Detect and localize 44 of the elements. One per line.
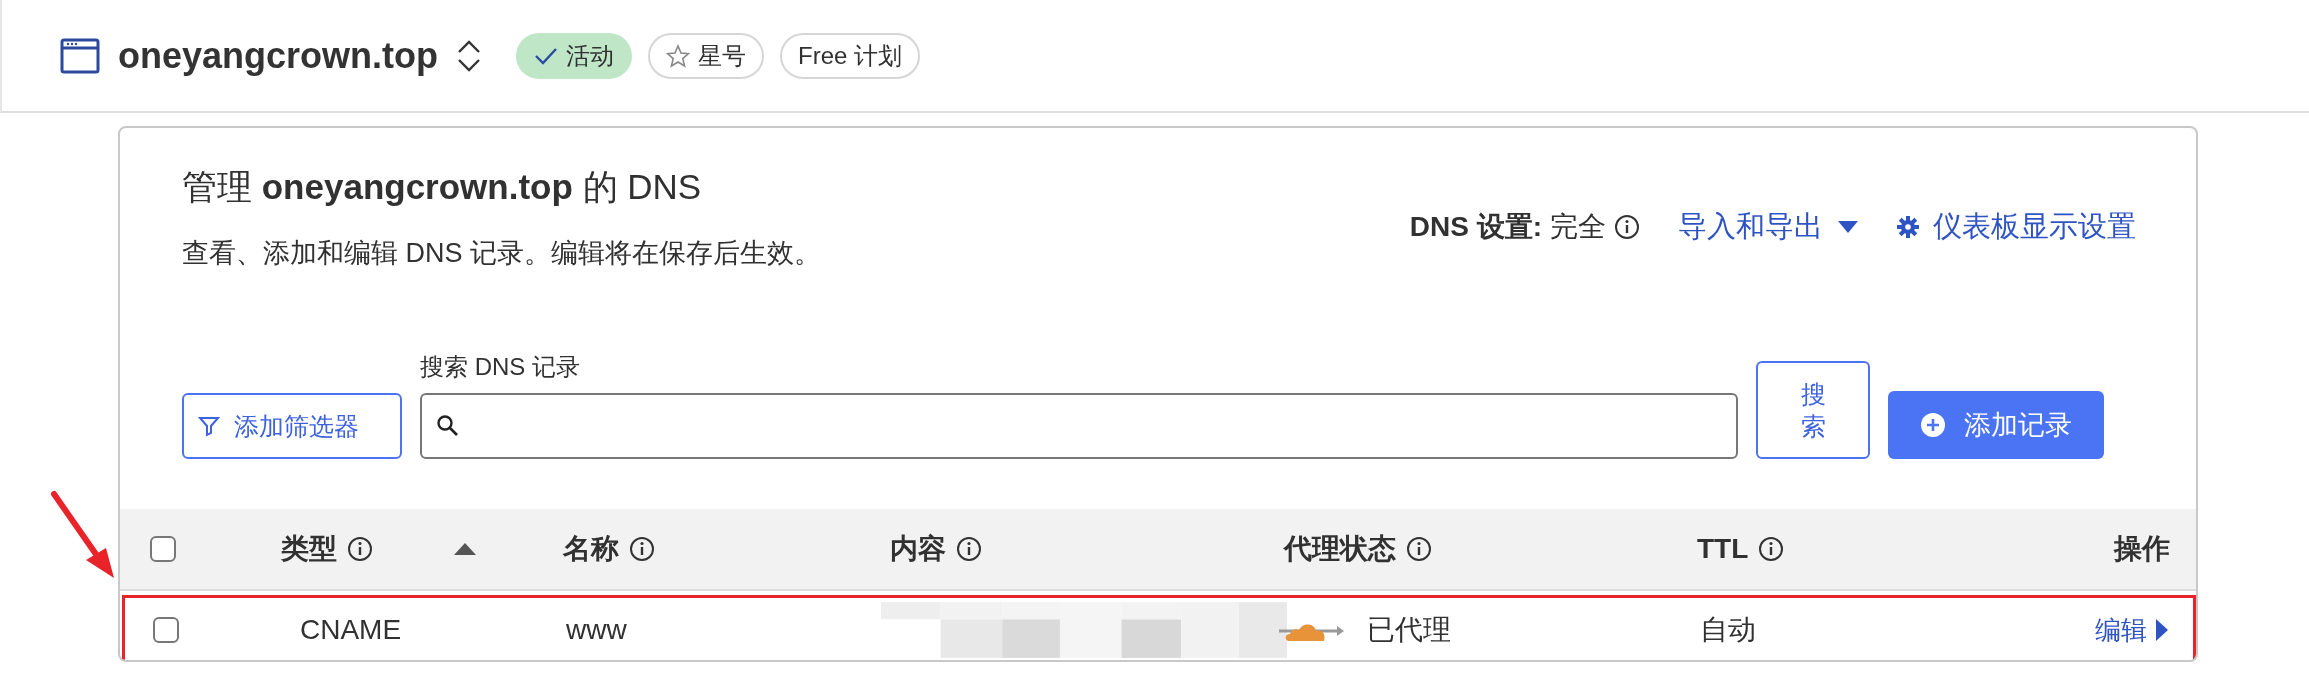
edit-link[interactable]: 编辑 <box>2095 612 2169 648</box>
dns-setting-label: DNS 设置: <box>1409 209 1542 244</box>
checkbox[interactable] <box>150 536 176 562</box>
column-header[interactable]: 类型 <box>281 530 337 568</box>
panel-title: 管理 oneyangcrown.top 的 DNS <box>182 166 703 208</box>
search-field[interactable] <box>420 393 1738 459</box>
import-export-link[interactable]: 导入和导出 <box>1678 206 1859 247</box>
star-button[interactable]: 星号 <box>648 32 764 79</box>
settings-icon <box>1897 215 1919 238</box>
dashboard-settings-link[interactable]: 仪表板显示设置 <box>1897 206 2136 247</box>
column-header[interactable]: 操作 <box>2114 530 2170 568</box>
column-header[interactable]: 内容 <box>890 530 946 568</box>
dns-setting-value: 完全 <box>1550 209 1606 244</box>
add-record-button[interactable]: 添加记录 <box>1888 391 2104 459</box>
info-icon[interactable] <box>347 536 373 562</box>
caret-right-icon <box>2155 618 2169 642</box>
status-badge: 活动 <box>516 32 632 79</box>
table-cell: CNAME <box>300 614 402 646</box>
column-header[interactable]: 名称 <box>563 530 619 568</box>
domain-title: oneyangcrown.top <box>118 34 438 77</box>
info-icon[interactable] <box>1614 213 1640 240</box>
info-icon[interactable] <box>956 536 982 562</box>
info-icon[interactable] <box>1758 536 1785 562</box>
search-label: 搜索 DNS 记录 <box>420 352 581 382</box>
column-header[interactable]: 代理状态 <box>1284 530 1396 568</box>
dns-record-row[interactable]: CNAME www 已代理 自动 编辑 <box>122 595 2196 660</box>
panel-subtitle: 查看、添加和编辑 DNS 记录。编辑将在保存后生效。 <box>182 237 821 270</box>
filter-icon <box>198 415 220 437</box>
add-filter-button[interactable]: 添加筛选器 <box>182 393 402 459</box>
table-cell: www <box>566 614 627 646</box>
info-icon[interactable] <box>1406 536 1432 562</box>
sort-ascending-icon[interactable] <box>453 542 477 556</box>
column-header[interactable]: TTL <box>1697 533 1749 565</box>
star-icon <box>666 43 690 68</box>
caret-icon <box>1837 219 1859 234</box>
info-icon[interactable] <box>629 536 655 562</box>
table-cell-text: 自动 <box>1700 613 1756 647</box>
checkbox[interactable] <box>153 617 179 643</box>
browser-window-icon <box>60 37 100 74</box>
table-cell-text: 已代理 <box>1367 613 1451 647</box>
search-button[interactable]: 搜索 <box>1756 361 1870 459</box>
plan-badge: Free 计划 <box>780 32 921 79</box>
plus-circle-icon <box>1920 412 1946 438</box>
search-icon <box>436 414 460 438</box>
